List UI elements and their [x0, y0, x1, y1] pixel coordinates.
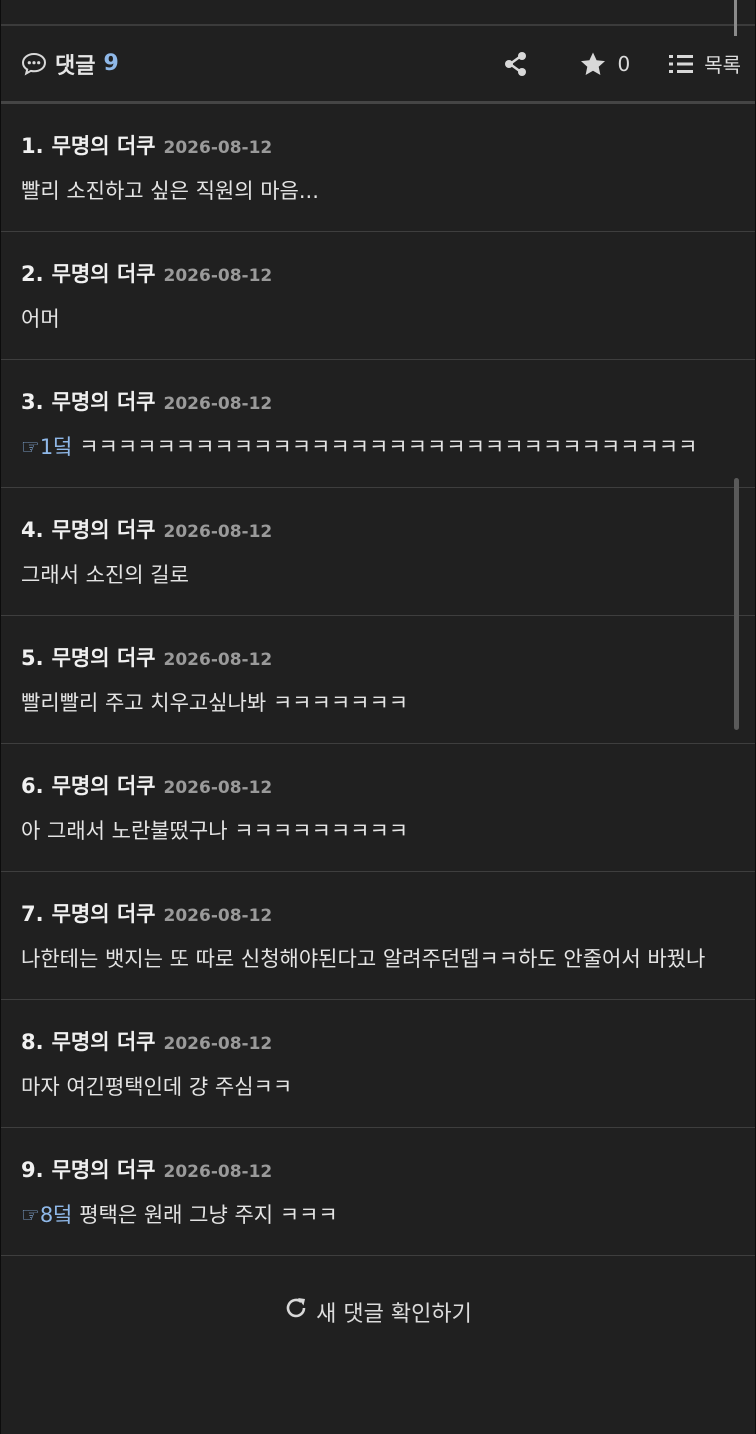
new-comments-label: 새 댓글 확인하기 [316, 1302, 472, 1327]
share-icon [503, 51, 529, 77]
comment-date: 2026-08-12 [163, 394, 273, 414]
favorite-count: 0 [617, 51, 631, 76]
reply-reference-link[interactable]: ☞8덬 [21, 1203, 73, 1227]
comment-item: 7. 무명의 더쿠 2026-08-12 나한테는 뱃지는 또 따로 신청해야된… [1, 872, 755, 1000]
comment-author: 무명의 더쿠 [51, 262, 156, 286]
comment-text: 평택은 원래 그냥 주지 ㅋㅋㅋ [72, 1203, 338, 1227]
comment-body: ☞8덬 평택은 원래 그냥 주지 ㅋㅋㅋ [21, 1198, 735, 1233]
comment-author: 무명의 더쿠 [51, 1158, 156, 1182]
comment-number: 4. [21, 518, 44, 542]
comment-text: 빨리빨리 주고 치우고싶나봐 ㅋㅋㅋㅋㅋㅋㅋ [21, 691, 409, 715]
comment-text: 빨리 소진하고 싶은 직원의 마음... [21, 179, 319, 203]
top-scroll-indicator [734, 0, 737, 36]
comment-item: 2. 무명의 더쿠 2026-08-12 어머 [1, 232, 755, 360]
comment-date: 2026-08-12 [163, 1034, 273, 1054]
comment-item: 4. 무명의 더쿠 2026-08-12 그래서 소진의 길로 [1, 488, 755, 616]
comment-number: 6. [21, 774, 44, 798]
list-button[interactable]: 목록 [668, 49, 741, 78]
comment-body: 마자 여긴평택인데 걍 주심ㅋㅋ [21, 1070, 735, 1105]
comment-number: 9. [21, 1158, 44, 1182]
comment-author: 무명의 더쿠 [51, 390, 156, 414]
share-button[interactable] [503, 51, 529, 77]
comment-date: 2026-08-12 [163, 522, 273, 542]
comment-number: 7. [21, 902, 44, 926]
comment-body: ☞1덬 ㅋㅋㅋㅋㅋㅋㅋㅋㅋㅋㅋㅋㅋㅋㅋㅋㅋㅋㅋㅋㅋㅋㅋㅋㅋㅋㅋㅋㅋㅋㅋㅋ [21, 430, 735, 465]
star-icon [579, 51, 607, 77]
footer-area: 새 댓글 확인하기 [1, 1256, 755, 1327]
comment-text: 그래서 소진의 길로 [21, 563, 189, 587]
comment-text: ㅋㅋㅋㅋㅋㅋㅋㅋㅋㅋㅋㅋㅋㅋㅋㅋㅋㅋㅋㅋㅋㅋㅋㅋㅋㅋㅋㅋㅋㅋㅋㅋ [72, 435, 698, 459]
comment-header: 7. 무명의 더쿠 2026-08-12 [21, 898, 735, 928]
comment-header: 5. 무명의 더쿠 2026-08-12 [21, 642, 735, 672]
comment-text: 아 그래서 노란불떴구나 ㅋㅋㅋㅋㅋㅋㅋㅋㅋ [21, 819, 409, 843]
comment-header: 1. 무명의 더쿠 2026-08-12 [21, 130, 735, 160]
comment-count-group: 댓글 9 [21, 48, 119, 80]
comment-text: 마자 여긴평택인데 걍 주심ㅋㅋ [21, 1075, 293, 1099]
comment-date: 2026-08-12 [163, 1162, 273, 1182]
comment-date: 2026-08-12 [163, 650, 273, 670]
comment-header: 2. 무명의 더쿠 2026-08-12 [21, 258, 735, 288]
top-strip [1, 0, 755, 26]
comment-date: 2026-08-12 [163, 138, 273, 158]
comment-author: 무명의 더쿠 [51, 518, 156, 542]
comment-author: 무명의 더쿠 [51, 774, 156, 798]
comment-author: 무명의 더쿠 [51, 1030, 156, 1054]
comment-text: 어머 [21, 307, 60, 331]
comment-number: 5. [21, 646, 44, 670]
comment-number: 8. [21, 1030, 44, 1054]
scrollbar-thumb[interactable] [734, 478, 739, 730]
comment-item: 6. 무명의 더쿠 2026-08-12 아 그래서 노란불떴구나 ㅋㅋㅋㅋㅋㅋ… [1, 744, 755, 872]
comment-author: 무명의 더쿠 [51, 646, 156, 670]
refresh-icon [284, 1296, 308, 1328]
comment-date: 2026-08-12 [163, 906, 273, 926]
comment-body: 어머 [21, 302, 735, 337]
comment-body: 그래서 소진의 길로 [21, 558, 735, 593]
comment-date: 2026-08-12 [163, 778, 273, 798]
comment-number: 3. [21, 390, 44, 414]
comment-item: 9. 무명의 더쿠 2026-08-12 ☞8덬 평택은 원래 그냥 주지 ㅋㅋ… [1, 1128, 755, 1256]
comment-author: 무명의 더쿠 [51, 134, 156, 158]
list-icon [668, 52, 694, 76]
comment-number: 1. [21, 134, 44, 158]
speech-bubble-icon [21, 52, 47, 76]
comment-toolbar: 댓글 9 0 목록 [1, 26, 755, 104]
comment-text: 나한테는 뱃지는 또 따로 신청해야된다고 알려주던뎁ㅋㅋ하도 안줄어서 바꿨나 [21, 947, 706, 971]
comment-number: 2. [21, 262, 44, 286]
comment-date: 2026-08-12 [163, 266, 273, 286]
toolbar-actions: 0 목록 [503, 49, 741, 78]
comment-header: 8. 무명의 더쿠 2026-08-12 [21, 1026, 735, 1056]
comment-body: 빨리 소진하고 싶은 직원의 마음... [21, 174, 735, 209]
comment-header: 9. 무명의 더쿠 2026-08-12 [21, 1154, 735, 1184]
favorite-button[interactable]: 0 [579, 51, 630, 77]
list-label: 목록 [704, 53, 741, 77]
comment-item: 8. 무명의 더쿠 2026-08-12 마자 여긴평택인데 걍 주심ㅋㅋ [1, 1000, 755, 1128]
comment-header: 3. 무명의 더쿠 2026-08-12 [21, 386, 735, 416]
comment-page: 댓글 9 0 목록 1. 무명의 더쿠 2026-08-12 빨리 소진하고 싶… [0, 0, 756, 1434]
comment-count: 9 [103, 51, 119, 76]
comment-list: 1. 무명의 더쿠 2026-08-12 빨리 소진하고 싶은 직원의 마음..… [1, 104, 755, 1256]
comment-body: 빨리빨리 주고 치우고싶나봐 ㅋㅋㅋㅋㅋㅋㅋ [21, 686, 735, 721]
comment-body: 나한테는 뱃지는 또 따로 신청해야된다고 알려주던뎁ㅋㅋ하도 안줄어서 바꿨나 [21, 942, 735, 977]
reply-reference-link[interactable]: ☞1덬 [21, 435, 73, 459]
comment-label: 댓글 [55, 53, 96, 79]
comment-header: 6. 무명의 더쿠 2026-08-12 [21, 770, 735, 800]
comment-header: 4. 무명의 더쿠 2026-08-12 [21, 514, 735, 544]
comment-item: 5. 무명의 더쿠 2026-08-12 빨리빨리 주고 치우고싶나봐 ㅋㅋㅋㅋ… [1, 616, 755, 744]
comment-author: 무명의 더쿠 [51, 902, 156, 926]
comment-body: 아 그래서 노란불떴구나 ㅋㅋㅋㅋㅋㅋㅋㅋㅋ [21, 814, 735, 849]
new-comments-button[interactable]: 새 댓글 확인하기 [1, 1296, 755, 1328]
comment-item: 3. 무명의 더쿠 2026-08-12 ☞1덬 ㅋㅋㅋㅋㅋㅋㅋㅋㅋㅋㅋㅋㅋㅋㅋ… [1, 360, 755, 488]
comment-item: 1. 무명의 더쿠 2026-08-12 빨리 소진하고 싶은 직원의 마음..… [1, 104, 755, 232]
